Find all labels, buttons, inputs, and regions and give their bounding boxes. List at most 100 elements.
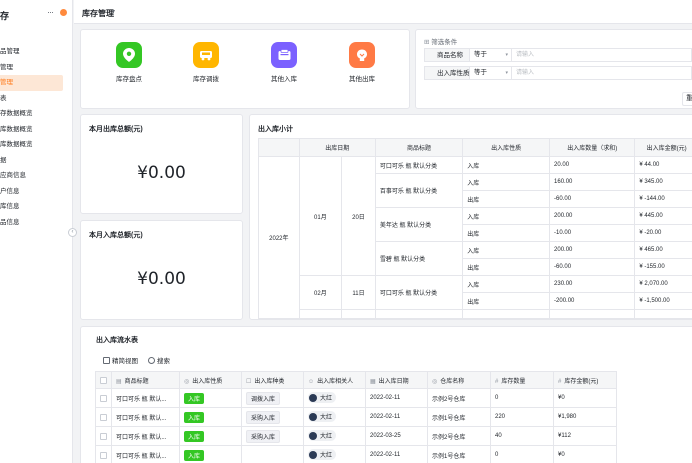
cell-date[interactable]: 2022-03-25 <box>365 426 428 446</box>
flow-header-cell[interactable]: ◎ 仓库名称 <box>427 371 491 389</box>
filter-operator-select[interactable]: 等于 ▾ <box>470 48 512 62</box>
sidebar-item[interactable]: 品信息 <box>0 215 73 231</box>
row-checkbox[interactable] <box>95 445 112 463</box>
sidebar-item[interactable]: 管理 <box>0 60 73 76</box>
metric-value: ¥0.00 <box>137 163 186 183</box>
table-row[interactable]: 可口可乐 瓶 默认... 入库 调拨入库 大红 2022-02-11 示例2号仓库 0 ¥0 <box>95 388 617 408</box>
column-label: 库存数量 <box>501 378 526 385</box>
action-other-outbound[interactable]: 其他出库 <box>342 42 382 83</box>
cell-warehouse[interactable]: 示例1号仓库 <box>427 407 491 427</box>
person-chip: 大红 <box>308 449 337 461</box>
nature-tag: 入库 <box>184 430 205 442</box>
row-checkbox[interactable] <box>95 426 112 446</box>
sidebar-item[interactable]: 库信息 <box>0 199 73 215</box>
filter-operator-select[interactable]: 等于 ▾ <box>470 66 512 80</box>
table-row[interactable]: 可口可乐 瓶 默认... 入库 采购入库 大红 2022-02-11 示例1号仓库 220 ¥… <box>95 407 617 427</box>
flow-header-cell[interactable]: ▤ 商品标题 <box>111 371 180 389</box>
cell-qty[interactable]: 0 <box>490 388 554 408</box>
outbox-icon <box>349 42 375 68</box>
sidebar-item[interactable]: 库数据概览 <box>0 122 73 138</box>
sidebar-item[interactable]: 据 <box>0 153 73 169</box>
cell-amount[interactable]: ¥1,980 <box>553 407 617 427</box>
sidebar-item[interactable]: 户信息 <box>0 184 73 200</box>
cell-text: 示例1号仓库 <box>432 415 466 422</box>
chevron-down-icon[interactable]: ▾ <box>112 8 115 15</box>
filter-value-input[interactable]: 请输入 <box>512 66 692 80</box>
filter-field[interactable]: 商品名称 <box>424 48 470 62</box>
flow-header-cell[interactable]: # 库存金额(元) <box>553 371 617 389</box>
sidebar-item[interactable]: 管理 <box>0 75 63 91</box>
cell-text: 2022-02-11 <box>370 414 401 420</box>
collapse-sidebar-icon[interactable]: ‹ <box>68 228 77 237</box>
cell-warehouse[interactable]: 示例2号仓库 <box>427 426 491 446</box>
more-icon[interactable]: ··· <box>47 7 54 17</box>
cell-nature[interactable]: 入库 <box>179 407 242 427</box>
pivot-header-cell: 出入库数量（求和) <box>549 138 636 157</box>
cell-nature[interactable]: 入库 <box>179 426 242 446</box>
cell-title[interactable]: 可口可乐 瓶 默认... <box>111 388 180 408</box>
sidebar-item[interactable]: 库数据概览 <box>0 137 73 153</box>
table-row[interactable]: 可口可乐 瓶 默认... 入库 大红 2022-02-11 示例1号仓库 0 ¥0 <box>95 445 617 463</box>
cell-text: 2022-02-11 <box>370 395 401 401</box>
cell-text: 可口可乐 瓶 默认... <box>116 434 167 441</box>
compact-view-button[interactable]: 精简视图 <box>103 355 138 365</box>
pivot-type-cell: 出库 <box>462 190 551 208</box>
cell-date[interactable]: 2022-02-11 <box>365 388 428 408</box>
filter-field[interactable]: 出入库性质 <box>424 66 470 80</box>
metric-title: 本月入库总额(元) <box>89 232 143 239</box>
flow-header-cell[interactable]: ▦ 出入库日期 <box>365 371 428 389</box>
cell-person[interactable]: 大红 <box>303 445 366 463</box>
cell-amount[interactable]: ¥112 <box>553 426 617 446</box>
cell-kind[interactable]: 采购入库 <box>241 426 304 446</box>
cell-date[interactable]: 2022-02-11 <box>365 445 428 463</box>
sidebar-nav: 品管理 管理 管理表存数据概览 库数据概览 库数据概览据应商信息 户信息 库信息 品信息 <box>0 44 73 230</box>
cell-qty[interactable]: 0 <box>490 445 554 463</box>
column-type-icon: ☐ <box>246 378 252 385</box>
row-checkbox[interactable] <box>95 407 112 427</box>
flow-header-cell[interactable]: ☺ 出入库相关人 <box>303 371 366 389</box>
cell-amount[interactable]: ¥0 <box>553 445 617 463</box>
search-button[interactable]: 搜索 <box>148 355 170 365</box>
cell-person[interactable]: 大红 <box>303 388 366 408</box>
action-other-inbound[interactable]: 其他入库 <box>264 42 304 83</box>
action-label: 其他出库 <box>349 76 375 83</box>
cell-qty[interactable]: 40 <box>490 426 554 446</box>
flow-header-cell[interactable]: ☐ 出入库种类 <box>241 371 304 389</box>
flow-header-row: ▤ 商品标题 ◎ 出入库性质 ☐ 出入库种类 ☺ 出入库相关人 ▦ 出入库日期 ◎ 仓库名称 # 库存数量… <box>95 371 617 389</box>
filter-value-input[interactable]: 请输入 <box>512 48 692 62</box>
reset-button[interactable]: 重 <box>682 92 692 106</box>
sidebar-item[interactable]: 应商信息 <box>0 168 73 184</box>
cell-person[interactable]: 大红 <box>303 407 366 427</box>
cell-kind[interactable]: 调拨入库 <box>241 388 304 408</box>
cell-person[interactable]: 大红 <box>303 426 366 446</box>
sidebar-item[interactable]: 表 <box>0 91 73 107</box>
page-title[interactable]: 库存管理 <box>82 8 114 19</box>
cell-title[interactable]: 可口可乐 瓶 默认... <box>111 426 180 446</box>
cell-title[interactable]: 可口可乐 瓶 默认... <box>111 445 180 463</box>
cell-date[interactable]: 2022-02-11 <box>365 407 428 427</box>
select-all-checkbox[interactable] <box>95 371 112 389</box>
cell-amount[interactable]: ¥0 <box>553 388 617 408</box>
pivot-empty-cell <box>462 309 551 319</box>
toolbar-label: 搜索 <box>157 358 170 365</box>
flow-header-cell[interactable]: ◎ 出入库性质 <box>179 371 242 389</box>
cell-title[interactable]: 可口可乐 瓶 默认... <box>111 407 180 427</box>
cell-kind[interactable] <box>241 445 304 463</box>
checkbox-box <box>100 376 107 384</box>
cell-qty[interactable]: 220 <box>490 407 554 427</box>
cell-kind[interactable]: 采购入库 <box>241 407 304 427</box>
cell-warehouse[interactable]: 示例1号仓库 <box>427 445 491 463</box>
action-inventory-check[interactable]: 库存盘点 <box>109 42 149 83</box>
cell-nature[interactable]: 入库 <box>179 445 242 463</box>
cell-warehouse[interactable]: 示例2号仓库 <box>427 388 491 408</box>
pivot-qty-cell: -60.00 <box>549 258 636 276</box>
notification-badge[interactable] <box>60 9 67 16</box>
flow-header-cell[interactable]: # 库存数量 <box>490 371 554 389</box>
sidebar-item[interactable]: 存数据概览 <box>0 106 73 122</box>
row-checkbox[interactable] <box>95 388 112 408</box>
cell-nature[interactable]: 入库 <box>179 388 242 408</box>
pivot-product-cell: 可口可乐 瓶 默认分类 <box>374 156 464 174</box>
table-row[interactable]: 可口可乐 瓶 默认... 入库 采购入库 大红 2022-03-25 示例2号仓库 40 ¥1… <box>95 426 617 446</box>
sidebar-item[interactable]: 品管理 <box>0 44 73 60</box>
action-inventory-transfer[interactable]: 库存调拨 <box>186 42 226 83</box>
